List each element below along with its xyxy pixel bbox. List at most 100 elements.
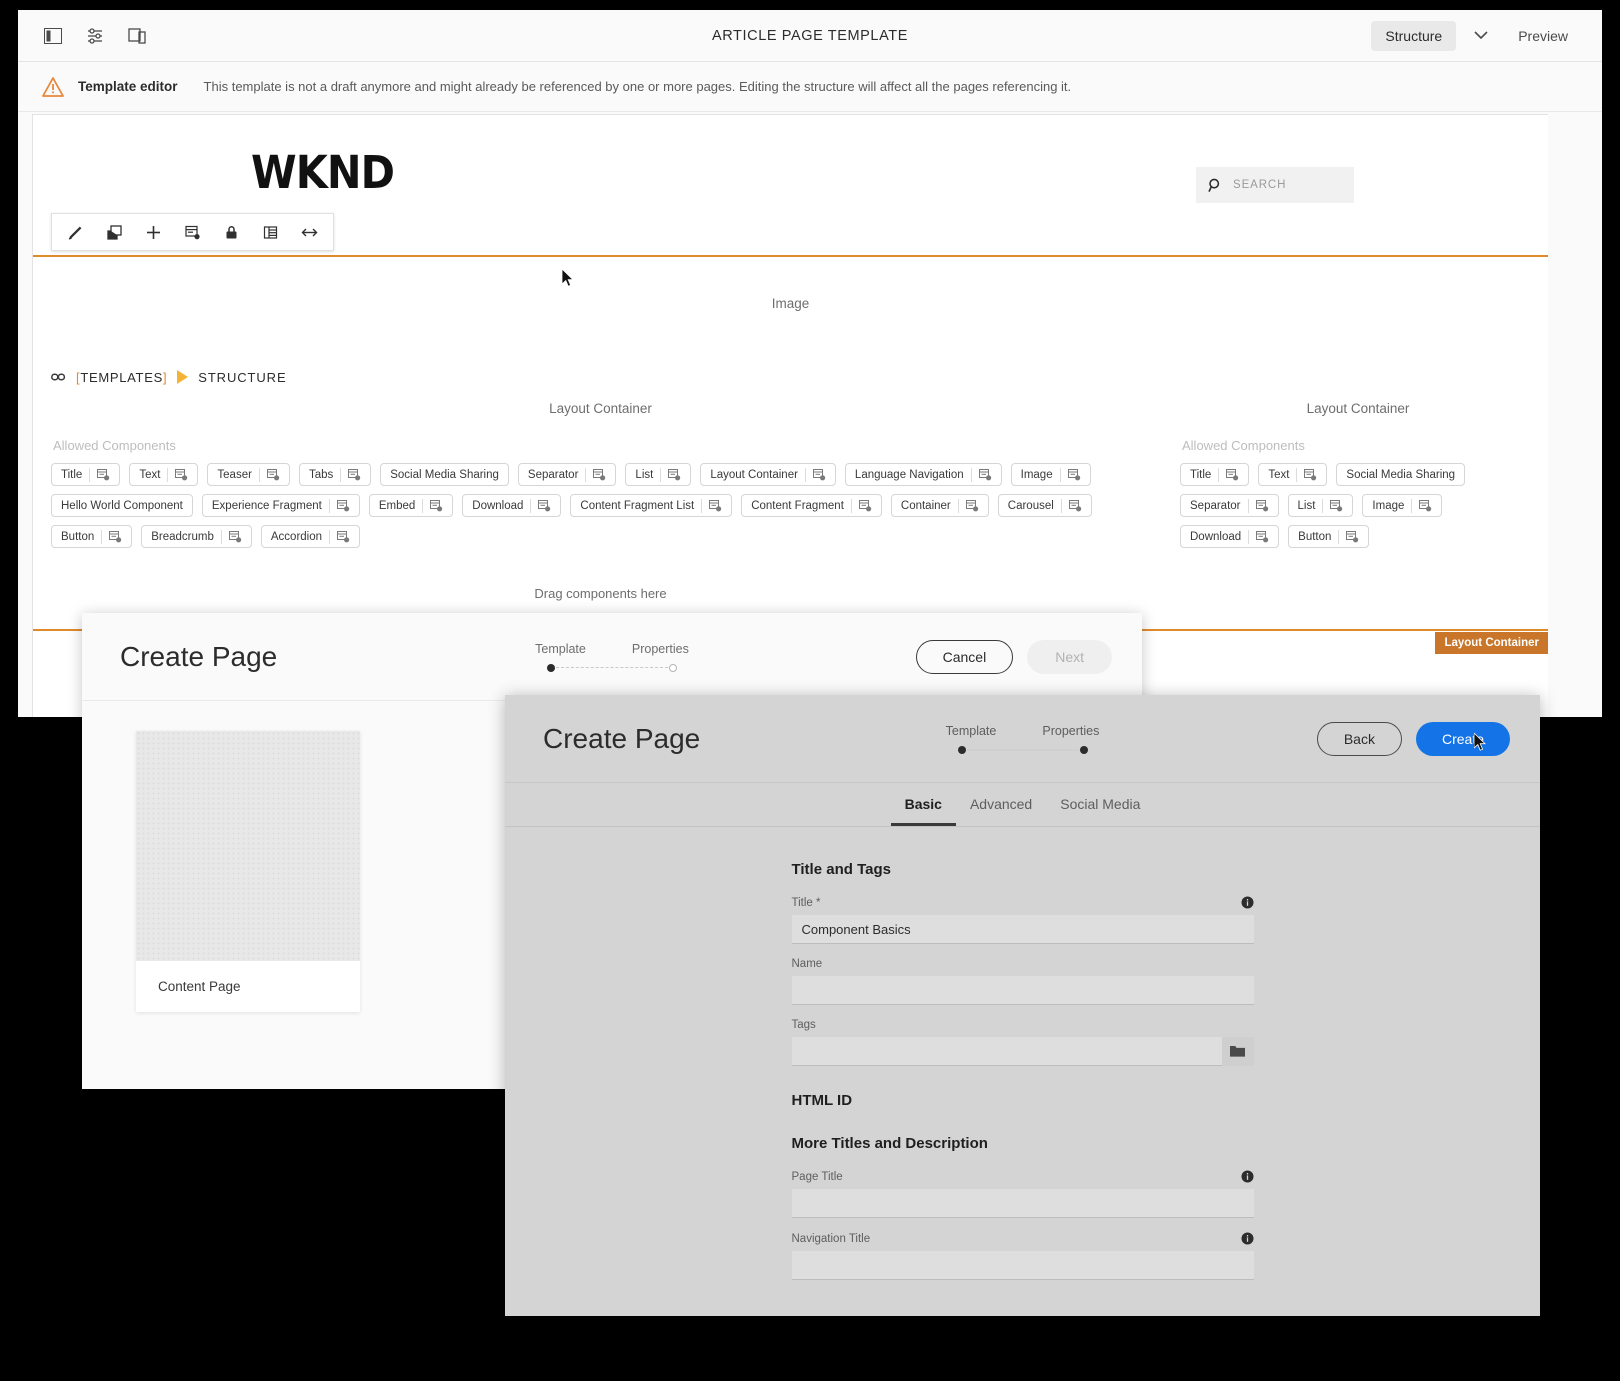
component-policy-icon[interactable]	[593, 469, 606, 481]
component-chip[interactable]: Layout Container	[700, 463, 836, 486]
component-policy-icon[interactable]	[1419, 500, 1432, 512]
component-chip[interactable]: Breadcrumb	[141, 525, 252, 548]
component-chip[interactable]: Image	[1362, 494, 1442, 517]
component-policy-icon[interactable]	[966, 500, 979, 512]
component-chip-label: Breadcrumb	[151, 531, 214, 543]
component-policy-icon[interactable]	[337, 531, 350, 543]
panel-toggle-icon[interactable]	[42, 25, 64, 47]
policy-icon[interactable]	[173, 214, 212, 250]
component-policy-icon[interactable]	[267, 469, 280, 481]
lock-icon[interactable]	[212, 214, 251, 250]
component-policy-icon[interactable]	[1226, 469, 1239, 481]
tags-field[interactable]	[792, 1037, 1254, 1066]
create-button[interactable]: Create	[1416, 722, 1510, 756]
component-chip[interactable]: List	[625, 463, 691, 486]
component-policy-icon[interactable]	[97, 469, 110, 481]
component-policy-icon[interactable]	[1330, 500, 1343, 512]
chevron-down-icon[interactable]	[1462, 25, 1500, 46]
info-icon[interactable]	[1241, 896, 1254, 909]
tab-advanced[interactable]: Advanced	[956, 796, 1046, 826]
component-chip[interactable]: Teaser	[207, 463, 290, 486]
back-button[interactable]: Back	[1317, 722, 1402, 756]
resize-icon[interactable]	[290, 214, 329, 250]
component-chip[interactable]: Embed	[369, 494, 453, 517]
title-input[interactable]: Component Basics	[792, 915, 1254, 944]
component-policy-icon[interactable]	[175, 469, 188, 481]
component-chip[interactable]: Carousel	[998, 494, 1092, 517]
info-icon[interactable]	[1241, 1232, 1254, 1245]
structure-mode-button[interactable]: Structure	[1371, 21, 1456, 51]
insert-plus-icon[interactable]	[134, 214, 173, 250]
component-policy-icon[interactable]	[1346, 531, 1359, 543]
copy-icon[interactable]	[95, 214, 134, 250]
layout-list-icon[interactable]	[251, 214, 290, 250]
tab-basic[interactable]: Basic	[891, 796, 956, 826]
tab-social-media[interactable]: Social Media	[1046, 796, 1154, 826]
component-chip[interactable]: Text	[129, 463, 198, 486]
component-policy-icon[interactable]	[1256, 531, 1269, 543]
component-chip[interactable]: Hello World Component	[51, 494, 193, 517]
component-policy-icon[interactable]	[1069, 500, 1082, 512]
component-chip[interactable]: Download	[1180, 525, 1279, 548]
component-action-toolbar[interactable]	[51, 213, 334, 251]
component-chip[interactable]: Content Fragment List	[570, 494, 732, 517]
component-chip[interactable]: Separator	[1180, 494, 1279, 517]
page-title-input[interactable]	[792, 1189, 1254, 1218]
component-chip[interactable]: Text	[1258, 463, 1327, 486]
component-policy-icon[interactable]	[229, 531, 242, 543]
component-policy-icon[interactable]	[430, 500, 443, 512]
component-chip[interactable]: Image	[1011, 463, 1091, 486]
component-chip[interactable]: Tabs	[299, 463, 371, 486]
navigation-title-input[interactable]	[792, 1251, 1254, 1280]
component-chip[interactable]: Title	[1180, 463, 1249, 486]
edit-brush-icon[interactable]	[56, 214, 95, 250]
component-policy-icon[interactable]	[668, 469, 681, 481]
component-policy-icon[interactable]	[348, 469, 361, 481]
component-policy-icon[interactable]	[709, 500, 722, 512]
folder-icon[interactable]	[1222, 1037, 1254, 1066]
next-button[interactable]: Next	[1027, 640, 1112, 674]
component-chip[interactable]: List	[1288, 494, 1354, 517]
component-chip[interactable]: Language Navigation	[845, 463, 1002, 486]
component-chip-label: Container	[901, 500, 951, 512]
tags-input[interactable]	[792, 1037, 1222, 1065]
component-policy-icon[interactable]	[109, 531, 122, 543]
component-policy-icon[interactable]	[859, 500, 872, 512]
preview-button[interactable]: Preview	[1506, 21, 1580, 51]
page-title: ARTICLE PAGE TEMPLATE	[18, 10, 1602, 62]
component-chip[interactable]: Social Media Sharing	[1336, 463, 1465, 486]
search-input[interactable]: SEARCH	[1196, 167, 1354, 203]
chip-divider	[585, 468, 586, 482]
component-chip[interactable]: Download	[462, 494, 561, 517]
component-chip[interactable]: Container	[891, 494, 989, 517]
dialog-template-actions: Cancel Next	[916, 640, 1142, 674]
component-policy-icon[interactable]	[979, 469, 992, 481]
page-properties-icon[interactable]	[84, 25, 106, 47]
section-title-and-tags: Title and Tags	[792, 861, 1254, 878]
component-policy-icon[interactable]	[1304, 469, 1317, 481]
info-icon[interactable]	[1241, 1170, 1254, 1183]
emulator-icon[interactable]	[126, 25, 148, 47]
cancel-button[interactable]: Cancel	[916, 640, 1014, 674]
component-chip[interactable]: Content Fragment	[741, 494, 882, 517]
component-chip-label: Accordion	[271, 531, 322, 543]
component-chip[interactable]: Title	[51, 463, 120, 486]
chip-divider	[329, 499, 330, 513]
component-chip[interactable]: Button	[51, 525, 132, 548]
template-card-content-page[interactable]: Content Page	[136, 731, 360, 1012]
component-chip[interactable]: Button	[1288, 525, 1369, 548]
component-policy-icon[interactable]	[538, 500, 551, 512]
section-html-id: HTML ID	[792, 1092, 1254, 1109]
component-chip[interactable]: Accordion	[261, 525, 360, 548]
component-policy-icon[interactable]	[1256, 500, 1269, 512]
wizard-connector	[556, 667, 668, 668]
component-chip[interactable]: Social Media Sharing	[380, 463, 509, 486]
component-policy-icon[interactable]	[337, 500, 350, 512]
name-input[interactable]	[792, 976, 1254, 1005]
image-component-placeholder[interactable]: Image	[33, 257, 1548, 349]
breadcrumb-templates[interactable]: [TEMPLATES]	[76, 370, 167, 385]
component-policy-icon[interactable]	[813, 469, 826, 481]
component-policy-icon[interactable]	[1068, 469, 1081, 481]
component-chip[interactable]: Experience Fragment	[202, 494, 360, 517]
component-chip[interactable]: Separator	[518, 463, 617, 486]
